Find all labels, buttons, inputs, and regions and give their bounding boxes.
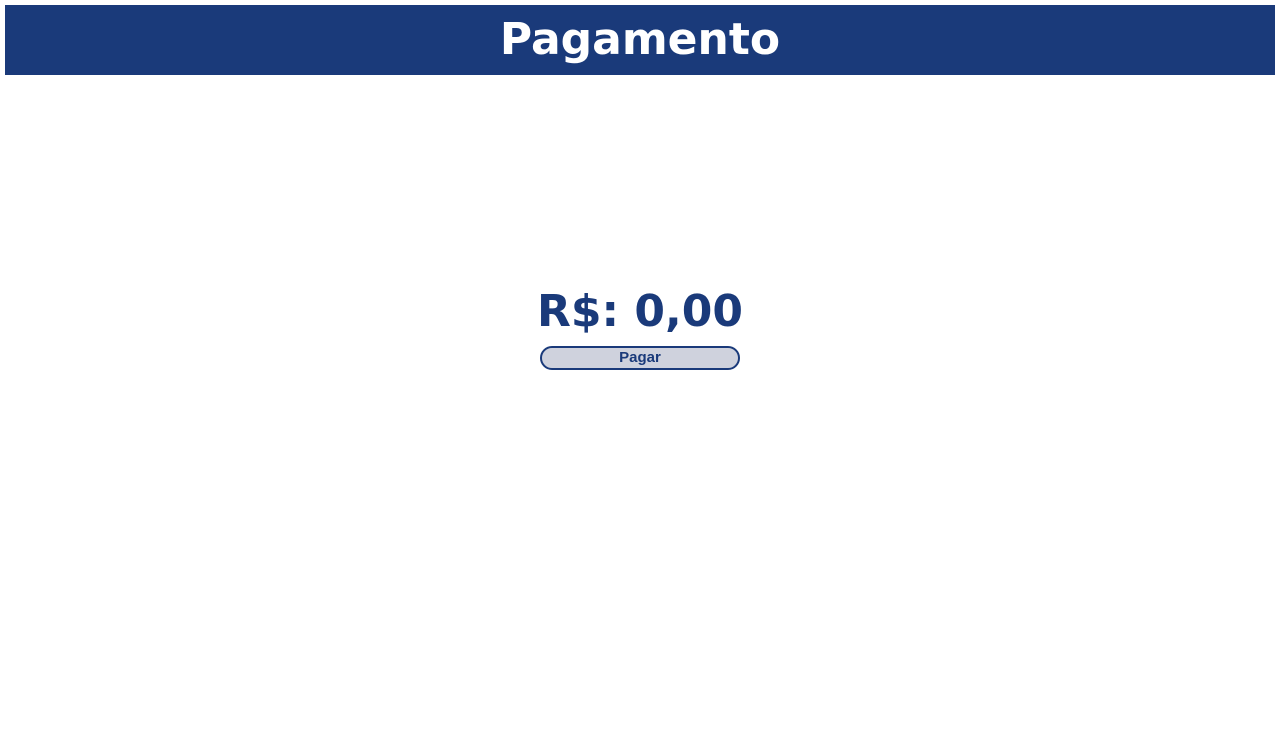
page-header: Pagamento [5,5,1275,75]
payment-panel: R$: 0,00 Pagar [0,286,1280,370]
page-title: Pagamento [499,14,781,65]
amount-display: R$: 0,00 [537,286,743,337]
pay-button[interactable]: Pagar [540,346,740,370]
